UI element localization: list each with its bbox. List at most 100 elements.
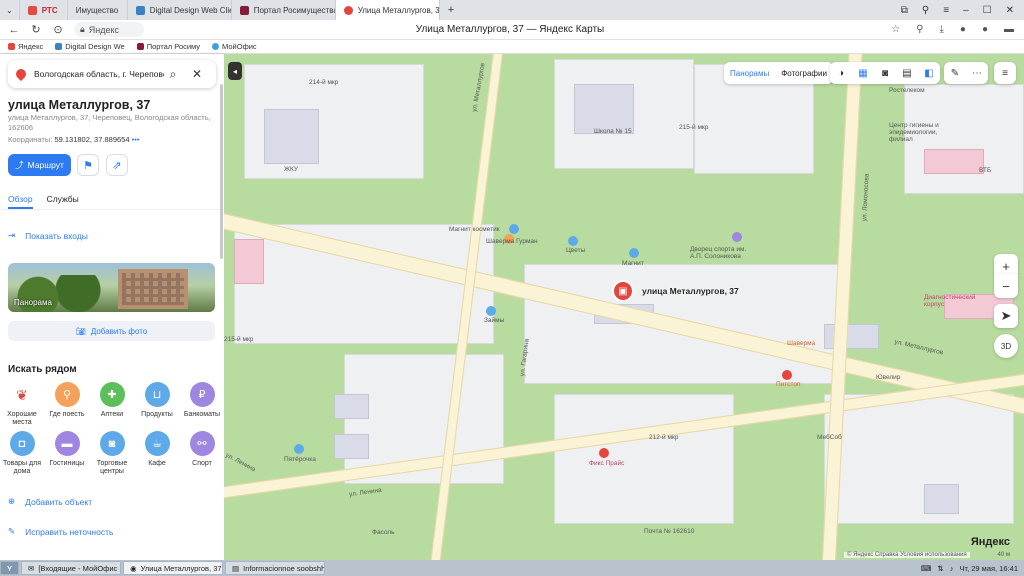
start-button[interactable]: Y [0, 561, 20, 575]
ruler-icon[interactable]: ✎ [944, 62, 966, 84]
3d-button[interactable]: 3D [994, 334, 1018, 358]
extension-icon[interactable]: ● [960, 24, 966, 35]
extension2-icon[interactable]: ● [982, 24, 988, 35]
back-arrow-icon[interactable]: ← [6, 24, 22, 36]
bookmark-rosim[interactable]: Портал Росиму [136, 42, 200, 51]
category-home-goods[interactable]: ◘ Товары для дома [0, 431, 44, 476]
category-atm[interactable]: ₽ Банкоматы [180, 382, 224, 419]
category-cafe[interactable]: ☕︎ Кафе [135, 431, 179, 468]
bookmark-myoffice[interactable]: МойОфис [212, 42, 257, 51]
collapse-sidebar-button[interactable]: ◂ [228, 62, 242, 80]
category-food[interactable]: ⚲ Где поесть [45, 382, 89, 419]
poi-label: Питстоп [776, 381, 801, 388]
place-marker-icon[interactable]: ▣ [612, 280, 634, 302]
shop-poi-icon[interactable] [629, 248, 639, 258]
map-copyright[interactable]: © Яндекс Справка Условия использования [844, 552, 970, 558]
tab-services[interactable]: Службы [47, 194, 79, 209]
location-icon[interactable]: ⚲ [916, 24, 923, 35]
poi-label: Дворец спорта им. А.П. Солоникова [690, 246, 747, 260]
more-icon[interactable]: ••• [132, 135, 140, 144]
shop-poi-icon[interactable] [509, 224, 519, 234]
category-sport[interactable]: ⚯ Спорт [180, 431, 224, 468]
fix-error-link[interactable]: ✎ Исправить неточность [8, 526, 113, 537]
tab-rts[interactable]: РТС [20, 0, 68, 20]
map-canvas[interactable]: ул. Металлургов ул. Ленина ул. Ленина ул… [224, 54, 1024, 560]
share-button[interactable]: ⇗ [106, 154, 128, 176]
taskbar-item-mail[interactable]: ✉[Входящие - МойОфис П... [21, 561, 122, 575]
building [924, 484, 959, 514]
yandex-home-icon[interactable]: ⊙ [50, 23, 66, 36]
minimize-icon[interactable]: – [963, 5, 969, 16]
panoramas-button[interactable]: Панорамы [724, 69, 775, 78]
poi-label: Цветы [566, 247, 586, 254]
search-box[interactable]: Вологодская область, г. Череповец, ⌕ ✕ [8, 60, 216, 88]
transport-icon[interactable]: ▤ [896, 62, 918, 84]
sidebar-scrollbar[interactable] [220, 84, 223, 259]
category-hotels[interactable]: ▬ Гостиницы [45, 431, 89, 468]
tab-search-icon[interactable]: ⧉ [901, 5, 908, 16]
map-layers-icon[interactable]: ◧ [918, 62, 940, 84]
taskbar-item-browser[interactable]: ◉ Улица Металлургов, 37 ... [123, 561, 224, 575]
maximize-icon[interactable]: ☐ [983, 5, 992, 16]
more-icon[interactable]: ⋯ [966, 62, 988, 84]
close-window-icon[interactable]: ✕ [1006, 5, 1014, 16]
rts-favicon [27, 5, 37, 15]
keyboard-icon[interactable]: ⌨ [921, 564, 932, 573]
tab-imushchestvo[interactable]: Имущество [68, 0, 128, 20]
panorama-preview[interactable]: Панорама [8, 263, 215, 312]
pin-icon[interactable]: ⚲ [922, 5, 929, 16]
money-poi-icon[interactable] [486, 306, 496, 316]
camera-icon[interactable]: ◙ [874, 62, 896, 84]
geolocation-icon[interactable]: ➤ [994, 304, 1018, 328]
district-label: 215-й мкр [224, 336, 254, 343]
flower-poi-icon[interactable] [568, 236, 578, 246]
page-title: Улица Металлургов, 37 — Яндекс Карты [415, 24, 605, 35]
url-field[interactable]: 🔒︎ Яндекс [74, 22, 144, 37]
close-icon[interactable]: ✕ [188, 67, 206, 81]
zoom-out-button[interactable]: − [994, 274, 1018, 298]
taskbar-item-document[interactable]: ▤Informacionnoe soobshhe... [225, 561, 326, 575]
clock[interactable]: Чт, 29 мая, 16:41 [959, 564, 1018, 573]
bookmarks-bar: Яндекс Digital Design We Портал Росиму М… [0, 40, 1024, 54]
search-input[interactable]: Вологодская область, г. Череповец, [34, 69, 164, 79]
extension3-icon[interactable]: ▬ [1004, 24, 1014, 35]
bookmark-digital-design[interactable]: Digital Design We [55, 42, 125, 51]
network-icon[interactable]: ⇅ [937, 564, 943, 573]
download-icon[interactable]: ⤓ [939, 24, 943, 35]
tab-digital-design[interactable]: Digital Design Web Client [128, 0, 232, 20]
street-label: ул. Ленина [348, 486, 383, 499]
tab-yandex-maps[interactable]: Улица Металлургов, 37 ✕ [335, 0, 440, 20]
bookmark-button[interactable]: ⚑ [77, 154, 99, 176]
category-malls[interactable]: ◙ Торговые центры [90, 431, 134, 476]
tab-menu[interactable]: ⌄ [0, 0, 20, 20]
show-entrances-link[interactable]: ⇥ Показать входы [8, 230, 88, 241]
new-tab-button[interactable]: + [440, 0, 462, 20]
category-groceries[interactable]: ⊔ Продукты [135, 382, 179, 419]
tab-rosimushchestvo[interactable]: Портал Росимущества [232, 0, 336, 20]
lock-icon: 🔒︎ [80, 24, 85, 34]
shop-poi-icon[interactable] [599, 448, 609, 458]
add-photo-button[interactable]: 📷︎ Добавить фото [8, 321, 215, 341]
street-label: ул. Ломоносова [861, 173, 871, 222]
reload-icon[interactable]: ↻ [28, 23, 44, 36]
block [824, 394, 1014, 524]
coordinates-value[interactable]: 59.131802, 37.889654 [54, 135, 129, 144]
photos-button[interactable]: Фотографии [775, 69, 833, 78]
tab-overview[interactable]: Обзор [8, 194, 33, 209]
bookmark-icon[interactable]: ☆ [891, 24, 900, 35]
search-icon[interactable]: ⌕ [164, 67, 182, 82]
marker-label: улица Металлургов, 37 [642, 286, 739, 296]
traffic-icon[interactable]: ◑ [830, 62, 852, 84]
add-object-link[interactable]: ⊕ Добавить объект [8, 496, 92, 507]
shop-poi-icon[interactable] [294, 444, 304, 454]
menu-icon[interactable]: ≡ [943, 5, 949, 16]
sport-poi-icon[interactable] [732, 232, 742, 242]
menu-icon[interactable]: ≡ [994, 62, 1016, 84]
route-button[interactable]: ⤴ Маршрут [8, 154, 71, 176]
category-pharmacy[interactable]: ✚ Аптеки [90, 382, 134, 419]
layers-icon[interactable]: ▦ [852, 62, 874, 84]
food-poi-icon[interactable] [782, 370, 792, 380]
category-good-places[interactable]: ❦ Хорошие места [0, 382, 44, 427]
volume-icon[interactable]: ♪ [950, 564, 954, 573]
bookmark-yandex[interactable]: Яндекс [8, 42, 43, 51]
